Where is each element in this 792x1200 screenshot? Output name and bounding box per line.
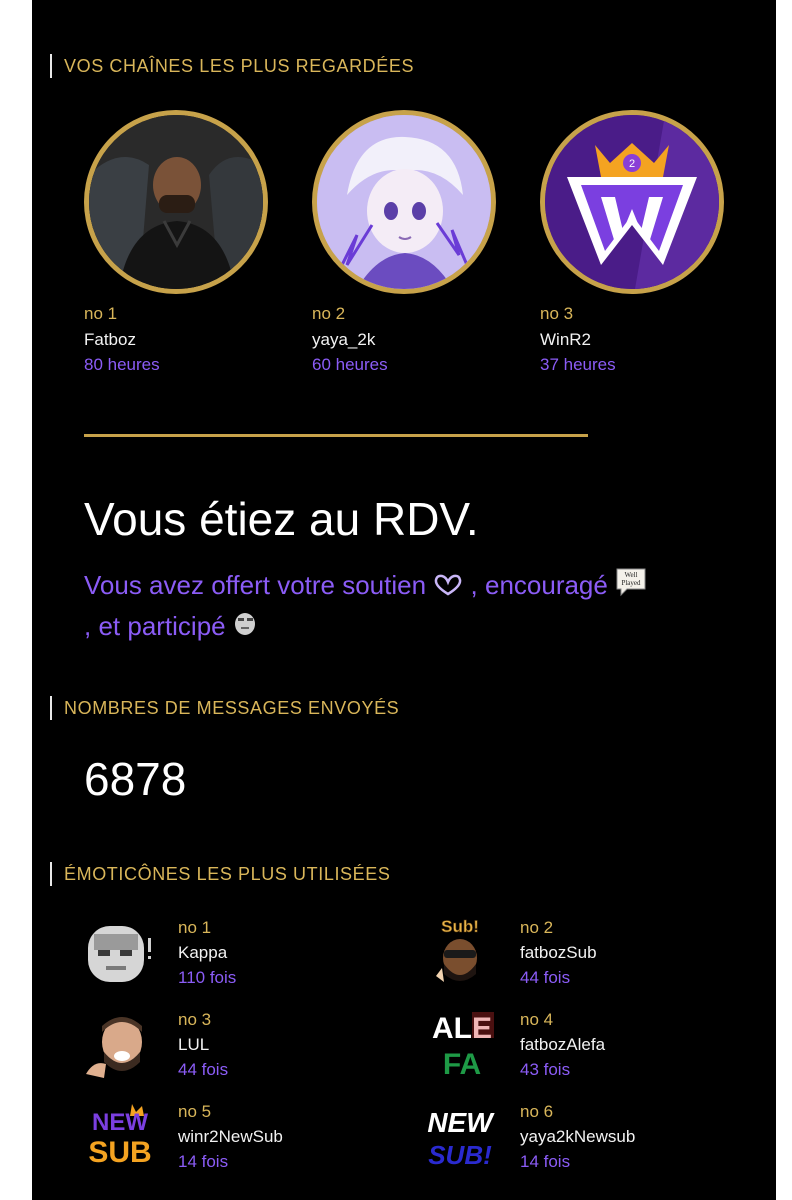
heart-hands-icon bbox=[433, 568, 463, 606]
lul-emote-icon bbox=[84, 1008, 156, 1080]
emote-item-3[interactable]: no 3 LUL 44 fois bbox=[84, 1008, 384, 1088]
channel-name: Fatboz bbox=[84, 330, 136, 349]
emote-rank: no 3 bbox=[178, 1010, 212, 1029]
channel-avatar-fatboz[interactable] bbox=[84, 110, 268, 294]
emote-rank: no 6 bbox=[520, 1102, 554, 1121]
yaya2knewsub-emote-icon: NEW SUB! bbox=[426, 1100, 498, 1172]
fatbozsub-emote-icon: Sub! bbox=[426, 916, 498, 988]
winr2newsub-emote-icon: NEW SUB bbox=[84, 1100, 156, 1172]
headline: Vous étiez au RDV. bbox=[84, 493, 479, 545]
emote-name: LUL bbox=[178, 1035, 210, 1054]
support-text-part2: , encouragé bbox=[470, 570, 616, 600]
emote-count: 44 fois bbox=[178, 1060, 229, 1079]
channel-card-3[interactable]: 2 no 3 WinR2 37 heures bbox=[540, 110, 730, 375]
emote-label: Sub! bbox=[441, 917, 479, 936]
channel-hours: 60 heures bbox=[312, 355, 388, 374]
channels-section-header: VOS CHAÎNES LES PLUS REGARDÉES bbox=[50, 52, 414, 80]
emotes-section-header: ÉMOTICÔNES LES PLUS UTILISÉES bbox=[50, 860, 391, 888]
emote-item-6[interactable]: NEW SUB! no 6 yaya2kNewsub 14 fois bbox=[426, 1100, 726, 1180]
emote-label: SUB! bbox=[428, 1140, 492, 1170]
emote-rank: no 2 bbox=[520, 918, 554, 937]
support-text-part1: Vous avez offert votre soutien bbox=[84, 570, 434, 600]
channel-name: WinR2 bbox=[540, 330, 592, 349]
badge-text: Played bbox=[622, 579, 642, 587]
channel-hours: 80 heures bbox=[84, 355, 160, 374]
messages-count: 6878 bbox=[84, 753, 187, 805]
fatbozalefa-emote-icon: ALE FA bbox=[426, 1008, 498, 1081]
emote-rank: no 4 bbox=[520, 1010, 554, 1029]
channels-section-title: VOS CHAÎNES LES PLUS REGARDÉES bbox=[64, 55, 415, 76]
kappa-emote-icon bbox=[84, 916, 156, 988]
emote-name: fatbozAlefa bbox=[520, 1035, 606, 1054]
channel-rank: no 2 bbox=[312, 304, 346, 323]
svg-text:2: 2 bbox=[629, 158, 635, 170]
channel-avatar-winr2[interactable]: 2 bbox=[540, 110, 724, 294]
channel-rank: no 1 bbox=[84, 304, 118, 323]
emote-item-4[interactable]: ALE FA no 4 fatbozAlefa 43 fois bbox=[426, 1008, 726, 1088]
emote-item-5[interactable]: NEW SUB no 5 winr2NewSub 14 fois bbox=[84, 1100, 384, 1180]
channel-rank: no 3 bbox=[540, 304, 574, 323]
section-bar bbox=[50, 862, 52, 886]
section-bar bbox=[50, 54, 52, 78]
channel-card-1[interactable]: no 1 Fatboz 80 heures bbox=[84, 110, 274, 375]
badge-text: Well bbox=[625, 571, 638, 579]
anime-character-icon bbox=[317, 115, 491, 289]
kappa-face-icon bbox=[233, 609, 257, 647]
support-summary: Vous avez offert votre soutien , encoura… bbox=[84, 566, 744, 647]
channel-avatar-yaya2k[interactable] bbox=[312, 110, 496, 294]
emote-item-2[interactable]: Sub! no 2 fatbozSub 44 fois bbox=[426, 916, 726, 996]
support-text-part3: , et participé bbox=[84, 611, 226, 642]
channel-name: yaya_2k bbox=[312, 330, 376, 349]
emote-name: fatbozSub bbox=[520, 943, 597, 962]
winr2-logo-icon: 2 bbox=[545, 115, 719, 289]
channel-hours: 37 heures bbox=[540, 355, 616, 374]
emote-rank: no 5 bbox=[178, 1102, 212, 1121]
emote-rank: no 1 bbox=[178, 918, 212, 937]
person-portrait-icon bbox=[89, 115, 263, 289]
emote-item-1[interactable]: no 1 Kappa 110 fois bbox=[84, 916, 384, 996]
emote-name: yaya2kNewsub bbox=[520, 1127, 636, 1146]
well-played-badge-icon: Well Played bbox=[615, 567, 647, 607]
emotes-section-title: ÉMOTICÔNES LES PLUS UTILISÉES bbox=[64, 863, 391, 884]
emote-label: SUB bbox=[88, 1136, 151, 1169]
section-bar bbox=[50, 696, 52, 720]
emote-label: FA bbox=[443, 1048, 481, 1080]
emote-count: 44 fois bbox=[520, 968, 571, 987]
emote-count: 14 fois bbox=[520, 1152, 571, 1171]
emote-label: NEW bbox=[92, 1109, 148, 1136]
emote-count: 110 fois bbox=[178, 968, 237, 987]
emote-name: winr2NewSub bbox=[178, 1127, 283, 1146]
emote-name: Kappa bbox=[178, 943, 228, 962]
channel-card-2[interactable]: no 2 yaya_2k 60 heures bbox=[312, 110, 502, 375]
messages-section-title: NOMBRES DE MESSAGES ENVOYÉS bbox=[64, 697, 400, 718]
emote-count: 14 fois bbox=[178, 1152, 229, 1171]
gold-divider bbox=[84, 434, 588, 437]
emote-label: NEW bbox=[427, 1107, 495, 1138]
emote-count: 43 fois bbox=[520, 1060, 571, 1079]
messages-section-header: NOMBRES DE MESSAGES ENVOYÉS bbox=[50, 694, 399, 722]
